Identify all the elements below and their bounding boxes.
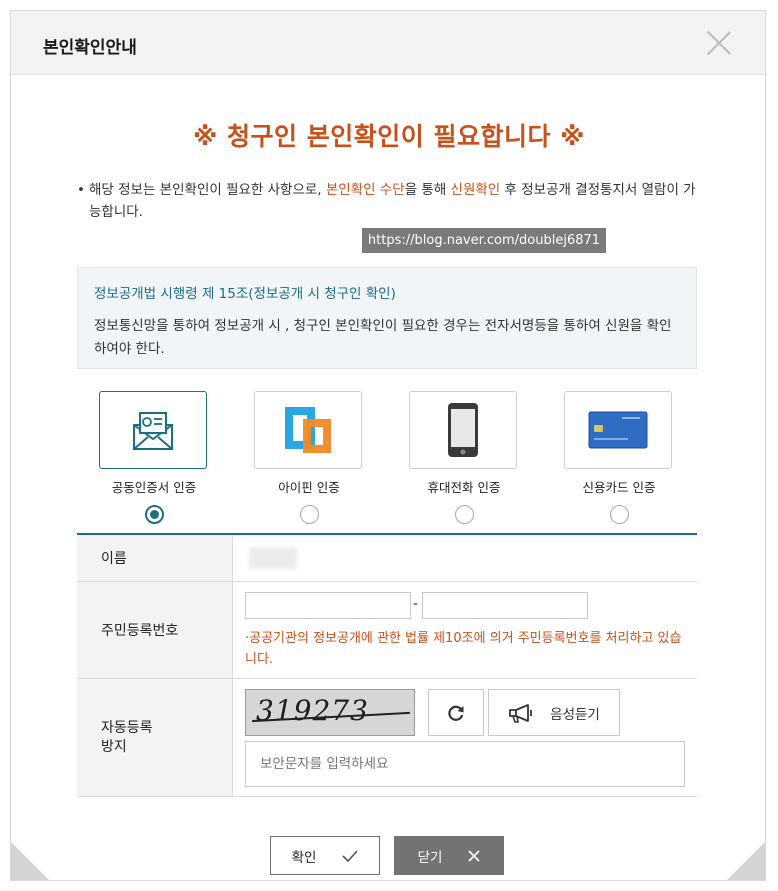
- close-label: 닫기: [417, 849, 443, 866]
- form-row-name: 이름: [77, 535, 697, 582]
- method-label: 아이핀 인증: [278, 480, 340, 495]
- law-info-box: 정보공개법 시행령 제 15조(정보공개 시 청구인 확인) 정보통신망을 통하…: [77, 267, 697, 369]
- page-headline: ※ 청구인 본인확인이 필요합니다 ※: [193, 122, 585, 151]
- form-row-captcha: 자동등록 방지 319273 음성듣기 보안문자를 입력하세요: [77, 679, 697, 797]
- method-radio[interactable]: [454, 505, 474, 524]
- close-icon[interactable]: [705, 29, 733, 57]
- check-icon: [342, 849, 359, 862]
- method-radio[interactable]: [299, 505, 319, 524]
- method-certificate-box[interactable]: [99, 391, 207, 469]
- name-value-blurred: [249, 547, 297, 569]
- captcha-cell: 319273 음성듣기: [233, 679, 697, 796]
- identity-form: 이름 주민등록번호 - ·공공기관의 정보공개에 관한 법률 제10조에 의거 …: [77, 533, 697, 797]
- captcha-text: 319273: [256, 694, 369, 727]
- name-value-cell: [233, 535, 697, 581]
- jumin-separator: -: [413, 596, 419, 612]
- jumin-note: ·공공기관의 정보공개에 관한 법률 제10조에 의거 주민등록번호를 처리하고…: [245, 631, 682, 667]
- method-label: 휴대전화 인증: [427, 480, 501, 495]
- dialog-header: 본인확인안내: [11, 11, 765, 75]
- captcha-image: 319273: [245, 689, 415, 736]
- notice-part: 해당 정보는 본인확인이 필요한 사항으로,: [89, 182, 326, 198]
- captcha-refresh-button[interactable]: [428, 689, 484, 736]
- identity-verification-dialog: 본인확인안내 ※ 청구인 본인확인이 필요합니다 ※ • 해당 정보는 본인확인…: [10, 10, 766, 881]
- notice-text: • 해당 정보는 본인확인이 필요한 사항으로, 본인확인 수단을 통해 신원확…: [77, 179, 699, 223]
- law-body: 정보통신망을 통하여 정보공개 시 , 청구인 본인확인이 필요한 경우는 전자…: [94, 318, 672, 357]
- refresh-icon: [448, 705, 464, 721]
- bullet: •: [77, 182, 85, 198]
- jumin-value-cell: - ·공공기관의 정보공개에 관한 법률 제10조에 의거 주민등록번호를 처리…: [233, 582, 697, 678]
- dialog-title: 본인확인안내: [43, 38, 137, 58]
- confirm-button[interactable]: 확인: [270, 836, 380, 875]
- jumin-back-input[interactable]: [422, 592, 588, 619]
- blog-watermark: https://blog.naver.com/doublej6871: [362, 228, 606, 253]
- captcha-audio-button[interactable]: 음성듣기: [488, 689, 620, 736]
- corner-decoration: [727, 842, 765, 880]
- audio-label: 음성듣기: [550, 706, 600, 723]
- method-radio[interactable]: [609, 505, 629, 524]
- corner-decoration: [11, 842, 49, 880]
- megaphone-icon: [509, 703, 533, 723]
- form-row-jumin: 주민등록번호 - ·공공기관의 정보공개에 관한 법률 제10조에 의거 주민등…: [77, 582, 697, 679]
- notice-part: 을 통해: [404, 182, 451, 198]
- captcha-label-line: 방지: [101, 738, 127, 755]
- notice-highlight-method: 본인확인 수단: [325, 182, 405, 198]
- method-creditcard[interactable]: 신용카드 인증: [564, 391, 674, 524]
- method-ipin[interactable]: 아이핀 인증: [254, 391, 364, 524]
- ipin-icon: [285, 407, 331, 453]
- method-ipin-box[interactable]: [254, 391, 362, 469]
- jumin-front-input[interactable]: [245, 592, 411, 619]
- verification-methods: 공동인증서 인증 아이핀 인증 휴대전화 인증 신용카드 인증: [99, 391, 679, 524]
- captcha-label: 자동등록 방지: [77, 679, 233, 796]
- confirm-label: 확인: [291, 849, 317, 866]
- law-title: 정보공개법 시행령 제 15조(정보공개 시 청구인 확인): [94, 286, 396, 302]
- method-creditcard-box[interactable]: [564, 391, 672, 469]
- close-button[interactable]: 닫기: [394, 836, 504, 875]
- notice-highlight-identity: 신원확인: [450, 182, 501, 198]
- method-mobile-box[interactable]: [409, 391, 517, 469]
- name-label: 이름: [77, 535, 233, 581]
- mobile-phone-icon: [448, 403, 478, 457]
- captcha-label-line: 자동등록: [101, 719, 153, 736]
- method-label: 공동인증서 인증: [111, 480, 197, 495]
- method-mobile[interactable]: 휴대전화 인증: [409, 391, 519, 524]
- jumin-label: 주민등록번호: [77, 582, 233, 678]
- captcha-input[interactable]: [245, 741, 685, 787]
- x-icon: [468, 849, 480, 862]
- method-radio[interactable]: [144, 505, 164, 524]
- certificate-envelope-icon: [133, 412, 173, 450]
- credit-card-icon: [588, 411, 648, 449]
- method-label: 신용카드 인증: [582, 480, 656, 495]
- method-certificate[interactable]: 공동인증서 인증: [99, 391, 209, 524]
